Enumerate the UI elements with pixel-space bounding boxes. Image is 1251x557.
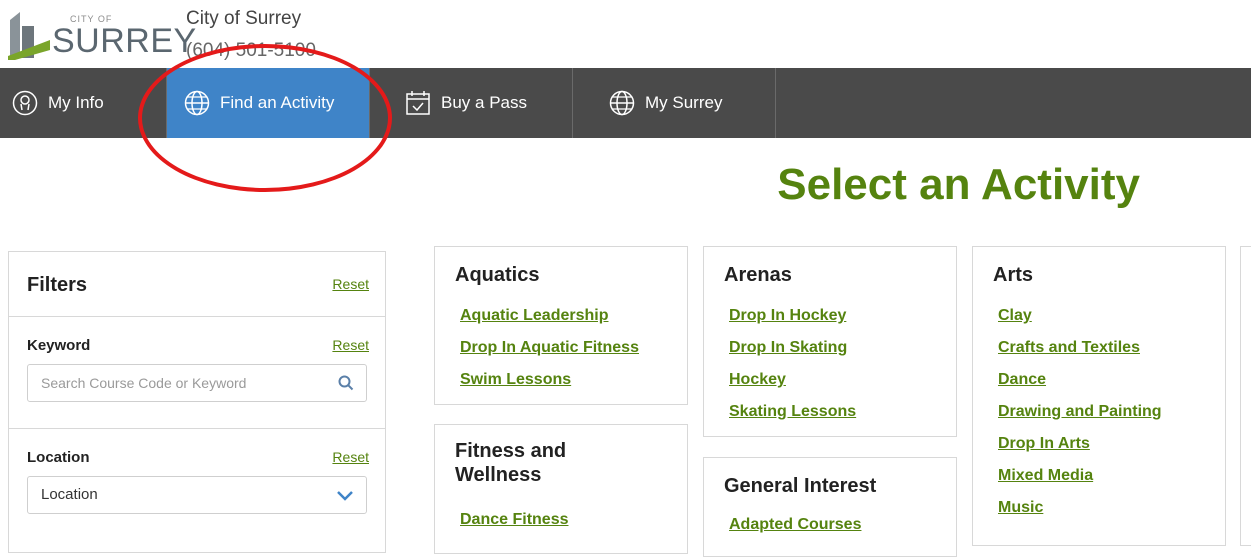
keyword-section: Keyword Reset Search Course Code or Keyw… <box>9 317 385 429</box>
activity-link[interactable]: Drop In Aquatic Fitness <box>460 339 639 357</box>
category-card-general-interest: General Interest Adapted Courses <box>703 457 957 557</box>
category-card-aquatics: Aquatics Aquatic Leadership Drop In Aqua… <box>434 246 688 405</box>
search-icon[interactable] <box>338 375 354 391</box>
page-title: Select an Activity <box>777 160 1140 209</box>
activity-link[interactable]: Clay <box>998 307 1032 325</box>
location-label: Location <box>27 449 90 466</box>
activity-link[interactable]: Skating Lessons <box>729 403 856 421</box>
user-icon <box>12 90 38 116</box>
category-title: Fitness and Wellness <box>455 440 567 486</box>
org-name: City of Surrey <box>186 8 302 29</box>
category-card-fitness-wellness: Fitness and Wellness Dance Fitness <box>434 424 688 554</box>
category-title: Arenas <box>724 264 792 286</box>
category-title: Aquatics <box>455 264 540 286</box>
filters-reset-link[interactable]: Reset <box>332 276 369 292</box>
keyword-reset-link[interactable]: Reset <box>332 337 369 353</box>
filters-panel: Filters Reset Keyword Reset Search Cours… <box>8 251 386 553</box>
logo-surrey: SURREY <box>52 22 197 60</box>
nav-label: Buy a Pass <box>441 93 527 112</box>
skyline-icon <box>8 12 50 62</box>
category-title: Arts <box>993 264 1034 286</box>
activity-link[interactable]: Mixed Media <box>998 467 1093 485</box>
nav-label: My Surrey <box>645 93 723 112</box>
category-card-partial <box>1240 246 1251 546</box>
activity-link[interactable]: Dance <box>998 371 1046 389</box>
keyword-label: Keyword <box>27 337 91 354</box>
activity-link[interactable]: Music <box>998 499 1043 517</box>
activity-link[interactable]: Swim Lessons <box>460 371 571 389</box>
main-nav: My Info Find an Activity Buy a Pass My S… <box>0 68 1251 138</box>
activity-link[interactable]: Drop In Arts <box>998 435 1090 453</box>
category-card-arenas: Arenas Drop In Hockey Drop In Skating Ho… <box>703 246 957 437</box>
location-reset-link[interactable]: Reset <box>332 449 369 465</box>
org-phone: (604) 501-5100 <box>186 40 316 61</box>
keyword-search-input[interactable]: Search Course Code or Keyword <box>27 364 367 402</box>
chevron-down-icon <box>337 491 353 501</box>
activity-link[interactable]: Drop In Skating <box>729 339 847 357</box>
nav-find-activity[interactable]: Find an Activity <box>167 68 370 138</box>
activity-link[interactable]: Hockey <box>729 371 786 389</box>
category-title: General Interest <box>724 475 877 497</box>
globe-icon <box>609 90 635 116</box>
filters-title: Filters <box>27 274 88 296</box>
activity-link[interactable]: Adapted Courses <box>729 516 861 534</box>
nav-label: Find an Activity <box>220 93 335 112</box>
keyword-placeholder: Search Course Code or Keyword <box>41 375 247 391</box>
calendar-icon <box>406 91 430 115</box>
nav-buy-pass[interactable]: Buy a Pass <box>370 68 573 138</box>
category-card-arts: Arts Clay Crafts and Textiles Dance Draw… <box>972 246 1226 546</box>
activity-link[interactable]: Drawing and Painting <box>998 403 1162 421</box>
filters-header: Filters Reset <box>9 252 385 317</box>
location-select[interactable]: Location <box>27 476 367 514</box>
activity-link[interactable]: Dance Fitness <box>460 511 568 529</box>
globe-icon <box>184 90 210 116</box>
location-select-value: Location <box>41 486 98 503</box>
activity-link[interactable]: Drop In Hockey <box>729 307 846 325</box>
activity-link[interactable]: Aquatic Leadership <box>460 307 608 325</box>
nav-my-surrey[interactable]: My Surrey <box>573 68 776 138</box>
city-logo[interactable]: CITY OF SURREY <box>6 6 196 62</box>
activity-link[interactable]: Crafts and Textiles <box>998 339 1140 357</box>
location-section: Location Reset Location <box>9 429 385 553</box>
site-header: CITY OF SURREY City of Surrey (604) 501-… <box>0 0 1251 68</box>
nav-my-info[interactable]: My Info <box>0 68 167 138</box>
nav-label: My Info <box>48 93 104 112</box>
